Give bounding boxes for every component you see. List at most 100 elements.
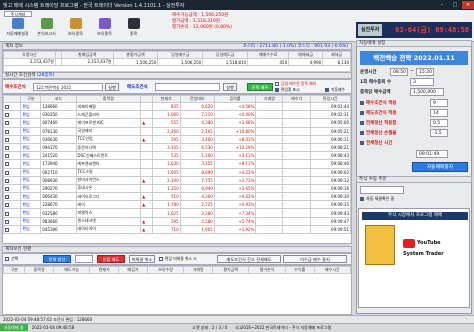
advertisement[interactable]: 주식 시장에서 프로그램 매매 YouTube System Trader xyxy=(358,208,470,308)
table-cell: 09:09:43 xyxy=(309,208,351,218)
row-checkbox[interactable] xyxy=(3,175,22,185)
row-checkbox[interactable] xyxy=(3,208,22,218)
liquidation-time-row[interactable]: 전체청산 시간 xyxy=(360,139,468,148)
table-row[interactable]: 편입 030350 드래곤플라이 1,060 7,210 +4.00% 09:02:31 xyxy=(3,110,351,120)
stock-table[interactable]: 구분 코드 종목명 현재가 전일대비 등락률 거래량 매수가 편입시간 편입 128660 피제이메… xyxy=(2,94,352,244)
table-cell xyxy=(282,216,311,226)
table-row[interactable]: 편입 032580 피델릭스 1,025 3,380 +7.34% 09:09:43 xyxy=(3,208,351,218)
table-cell xyxy=(282,110,311,120)
buy-condition-select[interactable]: 122:백전백승 2022 xyxy=(33,83,103,91)
buy-cond-apply-row[interactable]: 매수조건식 적용 xyxy=(360,99,468,108)
cancel-unfilled-button[interactable]: 미체결 취소 xyxy=(129,255,155,263)
table-cell: 피제이메탈 xyxy=(75,101,142,112)
report-icon xyxy=(40,18,53,29)
table-row[interactable]: 편입 078130 국일제지 2,260 2,165 +10.80% 09:05:21 xyxy=(3,126,351,136)
table-cell: 편입 xyxy=(20,134,42,144)
checkbox-icon xyxy=(360,197,364,201)
buy-cond-value[interactable]: 9 xyxy=(430,99,448,107)
table-cell: 1,905 xyxy=(179,224,215,235)
tab-stock-account[interactable]: 주식계좌 xyxy=(4,11,32,17)
table-row[interactable]: 편입 128660 피제이메탈 835 6,620 +4.58% 09:01:44 xyxy=(3,101,351,112)
stop-margin-buy-button[interactable]: 미수금 매수 중지 xyxy=(283,255,347,263)
column-header: 총평가금액 xyxy=(112,51,159,59)
stop-loss-value[interactable]: -1.5 xyxy=(430,129,448,137)
table-cell: 030350 xyxy=(40,110,77,120)
stop-auto-trade-button[interactable]: 자동매매중지 xyxy=(412,162,468,172)
row-checkbox[interactable] xyxy=(3,216,22,226)
table-row[interactable]: 편입 002710 TCC스틸 1,005 8,690 +4.22% 09:09:02 xyxy=(3,167,351,177)
balance-table[interactable]: 구분 종목명 매도가능 현재가 매입가 보유수량 거래량 평가금액 평가손익 수익률 매수시간 xyxy=(2,265,352,315)
auto-confirm-check[interactable]: 자동 체결확인 중 xyxy=(360,196,394,202)
table-row[interactable]: 편입 045390 대아티아이 ▲ 710 1,905 +1.92% 09:09:51 xyxy=(3,224,351,235)
sell-cond-value[interactable]: 14 xyxy=(430,109,448,117)
holdings-button[interactable]: 보유종목 xyxy=(63,18,88,42)
table-row[interactable]: 편입 007460 에이프로젠 KIC ▲ 555 4,380 +3.68% 09:05:00 xyxy=(3,118,351,128)
table-row[interactable]: 편입 036630 TCC인컴 ▲ 595 3,460 +8.01% 09:06:11 xyxy=(3,134,351,144)
end-time-input[interactable]: 15:20 xyxy=(416,68,434,76)
partial-sell-button[interactable]: 분할 매도 xyxy=(97,255,125,263)
auto-trade-settings-button[interactable]: 자동매매설정 xyxy=(5,18,30,42)
row-checkbox[interactable] xyxy=(3,126,22,136)
table-row[interactable]: 편입 241520 DSC인베스트먼트 535 1,100 +3.11% 09:08:43 xyxy=(3,151,351,161)
show-included-check[interactable]: 편입중 표시 xyxy=(275,87,300,93)
amount-input[interactable]: 1,500,000 xyxy=(410,88,444,96)
table-row[interactable]: 편입 228670 레이 ▲ 1,780 2,725 +4.93% 09:09:35 xyxy=(3,200,351,210)
sell-condition-select[interactable] xyxy=(155,83,220,91)
power-icon xyxy=(127,18,140,29)
row-checkbox[interactable] xyxy=(3,159,22,169)
table-cell: 편입 xyxy=(20,167,42,177)
liquidation-stop-row[interactable]: 전체정산 손절율 xyxy=(360,129,468,138)
row-checkbox[interactable] xyxy=(3,200,22,210)
select-buy-button[interactable]: 선택 매수 xyxy=(247,83,273,91)
start-time-input[interactable]: 08:50 xyxy=(390,68,408,76)
auto-buy-check[interactable]: 자동매수 xyxy=(325,87,345,93)
row-checkbox[interactable] xyxy=(3,183,22,194)
table-row[interactable]: 편입 173940 에프엔씨엔터 1,030 3,155 +8.11% 09:08:40 xyxy=(3,159,351,169)
row-checkbox[interactable] xyxy=(3,151,22,161)
row-checkbox[interactable] xyxy=(3,142,22,153)
cancel-on-include-check[interactable]: 편입 미체결 취소 시 xyxy=(159,256,197,262)
row-checkbox[interactable] xyxy=(3,167,22,177)
column-header xyxy=(140,95,153,103)
table-cell: 173940 xyxy=(40,159,77,169)
maximize-button[interactable]: □ xyxy=(449,1,461,9)
evaluation-profit: 평가손익 : 12,060원 (0.80%) xyxy=(172,25,233,30)
table-cell xyxy=(282,192,311,202)
table-row[interactable]: 편입 008930 한미사이언스 ▲ 2,100 7,755 +3.71% 09:09:12 xyxy=(3,175,351,185)
table-cell: 2,725 xyxy=(179,200,215,210)
table-cell xyxy=(255,183,284,194)
select-input[interactable] xyxy=(75,255,93,263)
row-checkbox[interactable] xyxy=(3,192,22,202)
row-checkbox[interactable] xyxy=(3,118,22,128)
row-checkbox[interactable] xyxy=(3,101,22,112)
minimize-button[interactable]: – xyxy=(436,1,448,9)
strategy-box: 백전백승 전략 2022.01.11 xyxy=(360,51,468,65)
liquidation-apply-row[interactable]: 전체정산 적용함 xyxy=(360,119,468,128)
liquidation-value[interactable]: 0.5 xyxy=(430,119,448,127)
profit-report-button[interactable]: 손익보고서 xyxy=(34,18,59,42)
table-cell: 094170 xyxy=(40,142,77,153)
table-row[interactable]: 편입 083660 윈스테크넷 ▲ 595 4,580 +5.74% 09:09:47 xyxy=(3,216,351,226)
buy-run-button[interactable]: 실행 xyxy=(105,83,119,91)
table-row[interactable]: 편입 290270 휴네시온 1,350 6,940 +3.65% 09:09:16 xyxy=(3,183,351,194)
holdings-button-2[interactable]: 보유종목 xyxy=(92,18,117,42)
buy-count-input[interactable]: 3 xyxy=(410,78,434,86)
table-row[interactable]: 편입 094170 동운아나텍 3,105 6,530 +10.29% 09:08:21 xyxy=(3,142,351,153)
table-cell: 8,690 xyxy=(179,167,215,177)
sell-all-button[interactable]: 전체 청산 xyxy=(43,255,71,263)
row-checkbox[interactable] xyxy=(3,134,22,144)
row-checkbox[interactable] xyxy=(3,224,22,235)
table-row[interactable]: 편입 066430 바이오로그디 ▲ 510 4,300 +4.62% 09:09:30 xyxy=(3,192,351,202)
table-cell: 595 xyxy=(151,216,181,226)
stock-button[interactable]: 종목 xyxy=(121,18,146,42)
row-checkbox[interactable] xyxy=(3,110,22,120)
sell-cond-apply-row[interactable]: 매도조건식 적용 xyxy=(360,109,468,118)
table-cell xyxy=(255,200,284,210)
liquidation-time-input[interactable]: 09:01:49 xyxy=(416,150,448,158)
stock-code-input[interactable] xyxy=(360,186,404,194)
sell-condition-balance-button[interactable]: 매도조건식 잔고 전체매도 xyxy=(217,255,281,263)
select-check[interactable]: 선택 xyxy=(5,256,18,262)
close-button[interactable]: ✕ xyxy=(462,1,474,9)
sell-run-button[interactable]: 실행 xyxy=(223,83,237,91)
condition-count: (28종목) xyxy=(36,73,55,78)
